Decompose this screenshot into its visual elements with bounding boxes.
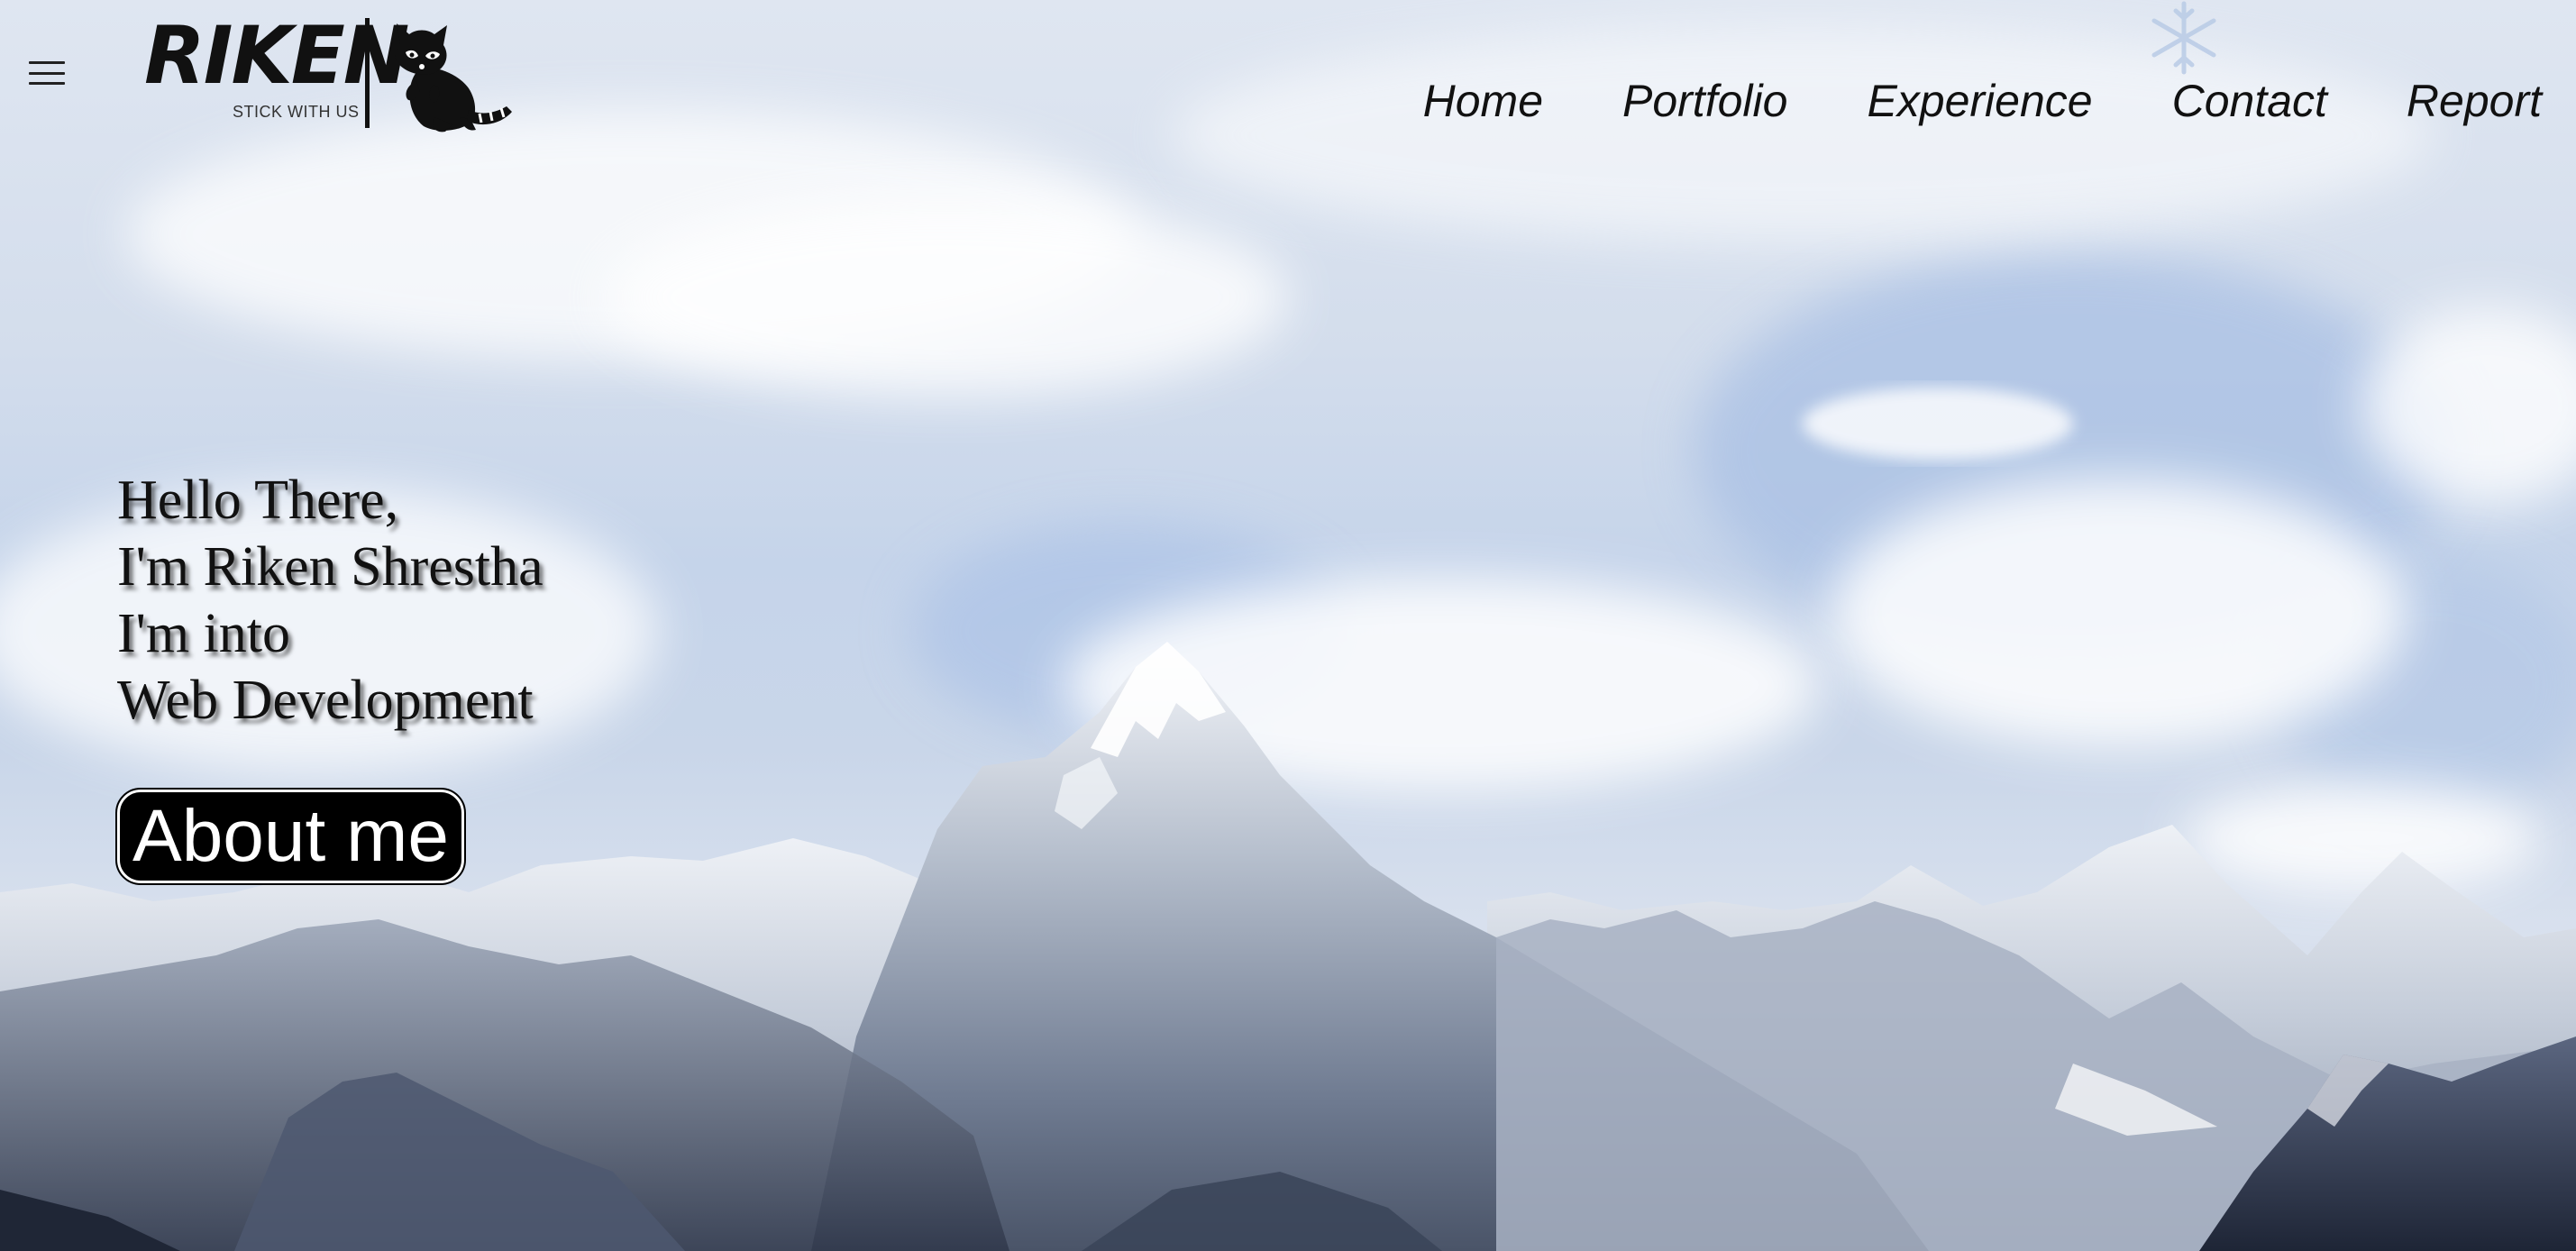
nav-experience[interactable]: Experience	[1867, 74, 2092, 128]
snowflake-icon	[2151, 1, 2216, 75]
logo-tagline: STICK WITH US	[233, 103, 360, 121]
hero-intro: Hello There, I'm Riken Shrestha I'm into…	[117, 467, 544, 734]
nav-portfolio[interactable]: Portfolio	[1622, 74, 1787, 128]
menu-button[interactable]	[27, 58, 67, 88]
main-nav: Home Portfolio Experience Contact Report	[1344, 74, 2542, 128]
logo-divider	[365, 18, 370, 128]
site-logo[interactable]: RIKEN STICK WITH US	[144, 16, 514, 133]
hero-name: I'm Riken Shrestha	[117, 536, 544, 598]
hero-into: I'm into	[117, 603, 290, 664]
hamburger-icon	[29, 61, 65, 64]
about-me-button[interactable]: About me	[115, 788, 466, 885]
nav-home[interactable]: Home	[1423, 74, 1543, 128]
nav-contact[interactable]: Contact	[2172, 74, 2327, 128]
page: RIKEN STICK WITH US Home Portfolio Exper…	[0, 0, 2576, 1251]
raccoon-icon	[395, 23, 512, 132]
hero-greeting: Hello There,	[117, 470, 399, 531]
nav-report[interactable]: Report	[2407, 74, 2542, 128]
hero-field: Web Development	[117, 670, 534, 731]
